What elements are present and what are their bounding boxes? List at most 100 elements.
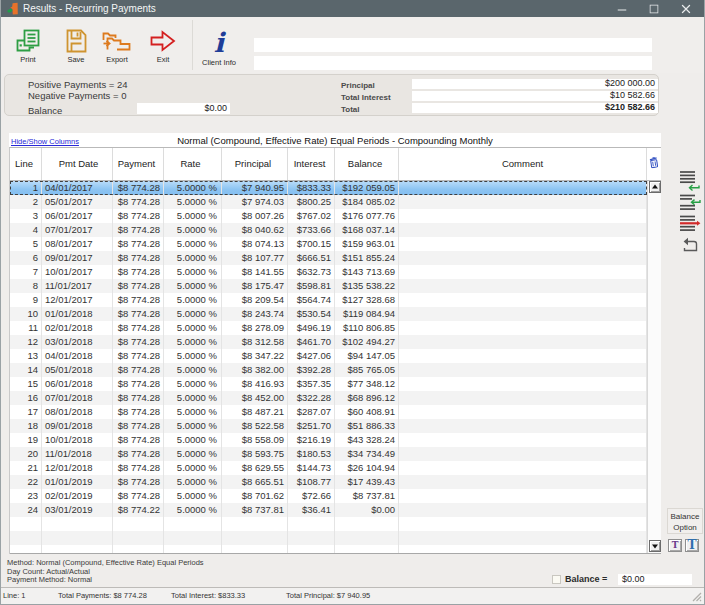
cell-balance: $151 855.24 <box>335 251 399 265</box>
column-header-principal[interactable]: Principal <box>222 148 288 180</box>
cell-balance: $0.00 <box>335 503 399 517</box>
schedule-row-24[interactable]: 2403/01/2019$8 774.225.0000 %$8 737.81$3… <box>10 503 647 517</box>
cell-principal: $8 007.26 <box>222 209 288 223</box>
schedule-row-empty[interactable] <box>10 545 647 553</box>
cell-rate: 5.0000 % <box>164 251 222 265</box>
column-header-payment[interactable]: Payment <box>113 148 164 180</box>
cell-principal: $8 209.54 <box>222 293 288 307</box>
schedule-row-8[interactable]: 811/01/2017$8 774.285.0000 %$8 175.47$59… <box>10 279 647 293</box>
schedule-row-empty[interactable] <box>10 531 647 545</box>
column-header-comment[interactable]: Comment <box>399 148 647 180</box>
toolbar-field-2[interactable] <box>254 56 652 70</box>
balance-option-button[interactable]: Balance Option <box>667 508 703 534</box>
principal-field[interactable]: $200 000.00 <box>412 79 658 89</box>
cell-line: 8 <box>10 279 42 293</box>
balance-checkbox[interactable] <box>552 575 561 584</box>
total-interest-field[interactable]: $10 582.66 <box>412 91 658 101</box>
cell-principal: $8 452.00 <box>222 391 288 405</box>
column-header-rate[interactable]: Rate <box>164 148 222 180</box>
total-interest-label: Total Interest <box>341 93 391 102</box>
expand-lines-icon[interactable] <box>679 170 701 191</box>
footer-balance-field[interactable]: $0.00 <box>618 574 692 585</box>
save-button[interactable]: Save <box>59 28 93 70</box>
schedule-row-23[interactable]: 2302/01/2019$8 774.285.0000 %$8 701.62$7… <box>10 489 647 503</box>
schedule-row-14[interactable]: 1405/01/2018$8 774.285.0000 %$8 382.00$3… <box>10 363 647 377</box>
cell-balance <box>335 517 399 531</box>
column-header-pmt-date[interactable]: Pmt Date <box>42 148 113 180</box>
toolbar-separator <box>192 20 193 70</box>
close-button[interactable] <box>673 0 699 17</box>
cell-rate: 5.0000 % <box>164 419 222 433</box>
cell-balance: $26 104.94 <box>335 461 399 475</box>
delete-line-icon[interactable] <box>679 215 701 232</box>
delete-column-header[interactable] <box>647 148 661 180</box>
column-header-balance[interactable]: Balance <box>335 148 399 180</box>
export-folder-icon <box>101 28 133 54</box>
cell-balance: $176 077.76 <box>335 209 399 223</box>
cell-interest: $72.66 <box>288 489 335 503</box>
cell-rate: 5.0000 % <box>164 237 222 251</box>
schedule-row-4[interactable]: 407/01/2017$8 774.285.0000 %$8 040.62$73… <box>10 223 647 237</box>
schedule-row-20[interactable]: 2011/01/2018$8 774.285.0000 %$8 593.75$1… <box>10 447 647 461</box>
schedule-row-10[interactable]: 1001/01/2018$8 774.285.0000 %$8 243.74$5… <box>10 307 647 321</box>
schedule-grid: Line Pmt Date Payment Rate Principal Int… <box>9 147 661 554</box>
cell-interest: $251.70 <box>288 419 335 433</box>
scroll-down-button[interactable] <box>649 540 661 552</box>
schedule-row-1[interactable]: 104/01/2017$8 774.285.0000 %$7 940.95$83… <box>10 181 647 195</box>
summary-panel: Positive Payments = 24 Negative Payments… <box>4 74 659 116</box>
footer-balance-label: Balance = <box>565 574 607 584</box>
schedule-row-17[interactable]: 1708/01/2018$8 774.285.0000 %$8 487.21$2… <box>10 405 647 419</box>
schedule-row-21[interactable]: 2112/01/2018$8 774.285.0000 %$8 629.55$1… <box>10 461 647 475</box>
schedule-row-13[interactable]: 1304/01/2018$8 774.285.0000 %$8 347.22$4… <box>10 349 647 363</box>
schedule-row-16[interactable]: 1607/01/2018$8 774.285.0000 %$8 452.00$3… <box>10 391 647 405</box>
toolbar-field-1[interactable] <box>254 38 652 52</box>
balance-field[interactable]: $0.00 <box>137 103 230 114</box>
schedule-row-empty[interactable] <box>10 517 647 531</box>
cell-principal: $8 558.09 <box>222 433 288 447</box>
large-font-button[interactable]: T <box>685 539 699 552</box>
schedule-row-6[interactable]: 609/01/2017$8 774.285.0000 %$8 107.77$66… <box>10 251 647 265</box>
exit-button[interactable]: Exit <box>146 28 180 70</box>
cell-line: 22 <box>10 475 42 489</box>
cell-payment <box>113 531 164 545</box>
schedule-row-9[interactable]: 912/01/2017$8 774.285.0000 %$8 209.54$56… <box>10 293 647 307</box>
schedule-row-15[interactable]: 1506/01/2018$8 774.285.0000 %$8 416.93$3… <box>10 377 647 391</box>
vertical-scrollbar[interactable] <box>647 181 661 553</box>
schedule-row-19[interactable]: 1910/01/2018$8 774.285.0000 %$8 558.09$2… <box>10 433 647 447</box>
schedule-row-3[interactable]: 306/01/2017$8 774.285.0000 %$8 007.26$76… <box>10 209 647 223</box>
cell-date: 07/01/2017 <box>42 223 113 237</box>
cell-comment <box>399 237 647 251</box>
minimize-button[interactable] <box>609 0 635 17</box>
schedule-row-5[interactable]: 508/01/2017$8 774.285.0000 %$8 074.13$70… <box>10 237 647 251</box>
print-button[interactable]: Print <box>11 28 45 70</box>
maximize-button[interactable] <box>641 0 667 17</box>
small-font-button[interactable]: T <box>668 539 682 552</box>
schedule-row-18[interactable]: 1809/01/2018$8 774.285.0000 %$8 522.58$2… <box>10 419 647 433</box>
grid-body: 104/01/2017$8 774.285.0000 %$7 940.95$83… <box>10 181 661 553</box>
schedule-row-2[interactable]: 205/01/2017$8 774.285.0000 %$7 974.03$80… <box>10 195 647 209</box>
resize-grip-icon[interactable] <box>692 592 702 602</box>
cell-line: 17 <box>10 405 42 419</box>
hide-show-columns-link[interactable]: Hide/Show Columns <box>11 137 79 146</box>
schedule-row-22[interactable]: 2201/01/2019$8 774.285.0000 %$8 665.51$1… <box>10 475 647 489</box>
cell-payment: $8 774.28 <box>113 489 164 503</box>
cell-payment: $8 774.22 <box>113 503 164 517</box>
cell-balance <box>335 531 399 545</box>
cell-comment <box>399 503 647 517</box>
total-field[interactable]: $210 582.66 <box>412 103 658 113</box>
cell-comment <box>399 489 647 503</box>
cell-date: 12/01/2017 <box>42 293 113 307</box>
cell-rate: 5.0000 % <box>164 349 222 363</box>
schedule-row-11[interactable]: 1102/01/2018$8 774.285.0000 %$8 278.09$4… <box>10 321 647 335</box>
cell-principal: $8 701.62 <box>222 489 288 503</box>
cell-rate: 5.0000 % <box>164 475 222 489</box>
undo-icon[interactable] <box>681 237 699 254</box>
export-button[interactable]: Export <box>97 28 137 70</box>
column-header-interest[interactable]: Interest <box>288 148 335 180</box>
insert-line-icon[interactable] <box>679 194 701 211</box>
client-info-button[interactable]: i Client Info <box>196 28 242 70</box>
schedule-row-7[interactable]: 710/01/2017$8 774.285.0000 %$8 141.55$63… <box>10 265 647 279</box>
schedule-row-12[interactable]: 1203/01/2018$8 774.285.0000 %$8 312.58$4… <box>10 335 647 349</box>
column-header-line[interactable]: Line <box>10 148 42 180</box>
scroll-up-button[interactable] <box>649 181 661 193</box>
